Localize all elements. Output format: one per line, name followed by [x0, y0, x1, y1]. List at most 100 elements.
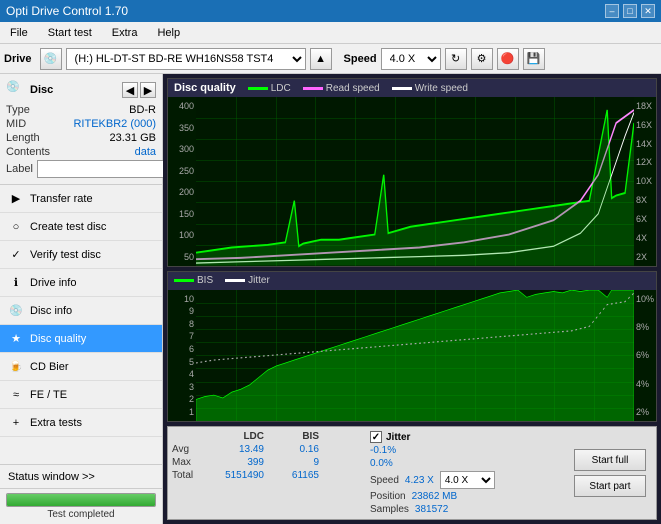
sidebar-item-verify-test-disc[interactable]: ✓ Verify test disc [0, 241, 162, 269]
label-input[interactable] [37, 160, 175, 178]
menu-start-test[interactable]: Start test [42, 25, 98, 41]
avg-jitter: -0.1% [370, 445, 562, 456]
drive-info-label: Drive info [30, 277, 76, 289]
max-label: Max [172, 457, 210, 468]
status-window-button[interactable]: Status window >> [0, 465, 162, 489]
contents-label: Contents [6, 146, 61, 158]
menu-file[interactable]: File [4, 25, 34, 41]
disc-info-icon: 💿 [8, 303, 24, 319]
minimize-button[interactable]: – [605, 4, 619, 18]
disc-quality-label: Disc quality [30, 333, 86, 345]
disc-quality-title: Disc quality [174, 82, 236, 94]
save-button[interactable]: 💾 [523, 48, 545, 70]
bottom-chart-header: BIS Jitter [168, 272, 656, 290]
top-chart: Disc quality LDC Read speed Write speed … [167, 78, 657, 267]
max-row: Max 399 9 [172, 457, 364, 468]
length-value: 23.31 GB [61, 132, 156, 144]
disc-panel-title: Disc [30, 84, 53, 96]
sidebar-item-fe-te[interactable]: ≈ FE / TE [0, 381, 162, 409]
ldc-legend: LDC [248, 83, 291, 94]
total-bis: 61165 [272, 470, 327, 481]
nav-items: ▶ Transfer rate ○ Create test disc ✓ Ver… [0, 185, 162, 464]
bis-header: BIS [272, 431, 327, 442]
verify-test-disc-label: Verify test disc [30, 249, 101, 261]
refresh-button[interactable]: ↻ [445, 48, 467, 70]
label-label: Label [6, 163, 33, 175]
stats-header-row: LDC BIS [172, 431, 364, 442]
sidebar-item-extra-tests[interactable]: + Extra tests [0, 409, 162, 437]
sidebar-item-disc-quality[interactable]: ★ Disc quality [0, 325, 162, 353]
create-test-disc-label: Create test disc [30, 221, 106, 233]
top-chart-body: 400 350 300 250 200 150 100 50 [168, 97, 656, 266]
speed-value-stat: 4.23 X [405, 475, 434, 486]
drive-icon: 💿 [40, 48, 62, 70]
type-label: Type [6, 104, 61, 116]
total-ldc: 5151490 [210, 470, 272, 481]
top-y-axis-right: 18X 16X 14X 12X 10X 8X 6X 4X 2X [634, 97, 656, 266]
stats-table: LDC BIS Avg 13.49 0.16 Max 399 9 Total 5… [172, 431, 364, 515]
sidebar-item-disc-info[interactable]: 💿 Disc info [0, 297, 162, 325]
sidebar-item-drive-info[interactable]: ℹ Drive info [0, 269, 162, 297]
app-title: Opti Drive Control 1.70 [6, 4, 128, 18]
read-speed-legend-label: Read speed [326, 83, 380, 94]
disc-quality-icon: ★ [8, 331, 24, 347]
stats-panel: LDC BIS Avg 13.49 0.16 Max 399 9 Total 5… [167, 426, 657, 520]
disc-next-button[interactable]: ▶ [140, 82, 156, 98]
disc-prev-button[interactable]: ◀ [122, 82, 138, 98]
sidebar-item-cd-bier[interactable]: 🍺 CD Bier [0, 353, 162, 381]
sidebar-item-create-test-disc[interactable]: ○ Create test disc [0, 213, 162, 241]
bottom-chart-svg [196, 290, 634, 421]
read-speed-legend: Read speed [303, 83, 380, 94]
bis-legend-label: BIS [197, 275, 213, 286]
create-test-disc-icon: ○ [8, 219, 24, 235]
write-speed-legend-label: Write speed [415, 83, 468, 94]
maximize-button[interactable]: □ [623, 4, 637, 18]
drive-label: Drive [4, 53, 32, 65]
position-row: Position 23862 MB [370, 491, 562, 502]
top-chart-header: Disc quality LDC Read speed Write speed [168, 79, 656, 97]
disc-icon: 💿 [6, 80, 26, 100]
cd-bier-label: CD Bier [30, 361, 69, 373]
eject-button[interactable]: ▲ [310, 48, 332, 70]
main-layout: 💿 Disc ◀ ▶ Type BD-R MID RITEKBR2 (000) … [0, 74, 661, 524]
bottom-x-axis: 0.0 2.5 5.0 7.5 10.0 12.5 15.0 17.5 20.0… [168, 421, 656, 422]
progress-area: Test completed [0, 489, 162, 524]
ldc-legend-label: LDC [271, 83, 291, 94]
extra-tests-icon: + [8, 415, 24, 431]
speed-select-stat[interactable]: 4.0 X [440, 471, 495, 489]
bottom-chart: BIS Jitter 10 9 8 7 6 5 4 3 2 [167, 271, 657, 422]
content-area: Disc quality LDC Read speed Write speed … [163, 74, 661, 524]
samples-row: Samples 381572 [370, 504, 562, 515]
max-bis: 9 [272, 457, 327, 468]
max-jitter: 0.0% [370, 458, 562, 469]
menu-help[interactable]: Help [151, 25, 186, 41]
jitter-legend-label: Jitter [248, 275, 270, 286]
bottom-y-axis-right: 10% 8% 6% 4% 2% [634, 290, 656, 421]
title-bar: Opti Drive Control 1.70 – □ ✕ [0, 0, 661, 22]
mid-value: RITEKBR2 (000) [61, 118, 156, 130]
verify-test-disc-icon: ✓ [8, 247, 24, 263]
sidebar-item-transfer-rate[interactable]: ▶ Transfer rate [0, 185, 162, 213]
drive-select[interactable]: (H:) HL-DT-ST BD-RE WH16NS58 TST4 [66, 48, 306, 70]
close-button[interactable]: ✕ [641, 4, 655, 18]
settings-button[interactable]: ⚙ [471, 48, 493, 70]
speed-select[interactable]: 4.0 X [381, 48, 441, 70]
start-part-button[interactable]: Start part [574, 475, 646, 497]
menu-extra[interactable]: Extra [106, 25, 144, 41]
disc-panel: 💿 Disc ◀ ▶ Type BD-R MID RITEKBR2 (000) … [0, 74, 162, 185]
menu-bar: File Start test Extra Help [0, 22, 661, 44]
contents-value: data [61, 146, 156, 158]
btn-panel: Start full Start part [568, 431, 652, 515]
mid-label: MID [6, 118, 61, 130]
avg-row: Avg 13.49 0.16 [172, 444, 364, 455]
top-x-axis: 0.0 2.5 5.0 7.5 10.0 12.5 15.0 17.5 20.0… [168, 266, 656, 267]
cd-bier-icon: 🍺 [8, 359, 24, 375]
bottom-chart-plot [196, 290, 634, 421]
info-button[interactable]: 🔴 [497, 48, 519, 70]
start-full-button[interactable]: Start full [574, 449, 646, 471]
progress-fill [7, 494, 155, 506]
jitter-checkbox[interactable]: ✓ [370, 431, 382, 443]
top-chart-plot [196, 97, 634, 266]
top-y-axis-left: 400 350 300 250 200 150 100 50 [168, 97, 196, 266]
transfer-rate-label: Transfer rate [30, 193, 93, 205]
